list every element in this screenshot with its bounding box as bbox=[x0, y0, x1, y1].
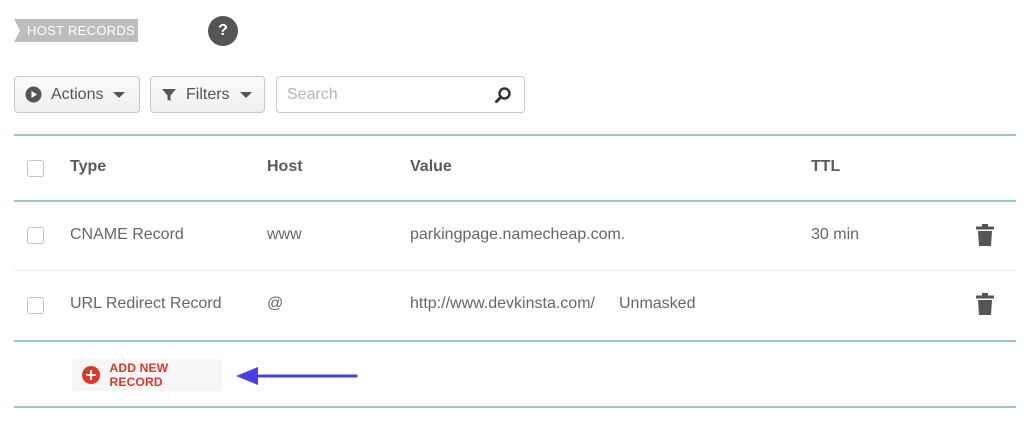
header-value: Value bbox=[410, 158, 452, 175]
row-divider bbox=[14, 270, 1016, 271]
help-button[interactable]: ? bbox=[208, 16, 238, 46]
actions-label: Actions bbox=[51, 85, 104, 103]
section-title: HOST RECORDS bbox=[27, 23, 136, 38]
row-type: CNAME Record bbox=[70, 226, 184, 243]
filters-label: Filters bbox=[186, 85, 230, 103]
caret-down-icon bbox=[113, 91, 126, 98]
caret-down-icon bbox=[239, 91, 252, 98]
add-new-record-button[interactable]: ADD NEW RECORD bbox=[72, 359, 222, 391]
row-ttl: 30 min bbox=[811, 226, 860, 243]
search-box bbox=[276, 76, 525, 113]
header-bottom-rule bbox=[14, 200, 1016, 202]
search-icon[interactable] bbox=[494, 86, 512, 104]
row-checkbox[interactable] bbox=[27, 297, 44, 314]
header-ttl: TTL bbox=[811, 158, 841, 175]
row-value: parkingpage.namecheap.com. bbox=[410, 226, 626, 243]
row-value: http://www.devkinsta.com/ bbox=[410, 295, 595, 312]
plus-circle-icon bbox=[82, 366, 100, 384]
search-input[interactable] bbox=[277, 77, 487, 112]
help-icon: ? bbox=[218, 22, 228, 39]
table-bottom-rule bbox=[14, 406, 1016, 408]
select-all-checkbox[interactable] bbox=[27, 160, 44, 177]
actions-dropdown-button[interactable]: Actions bbox=[14, 76, 140, 113]
trash-icon[interactable] bbox=[976, 224, 994, 246]
section-title-tag: HOST RECORDS bbox=[14, 19, 138, 42]
row-type: URL Redirect Record bbox=[70, 295, 222, 312]
row-host: @ bbox=[267, 295, 284, 312]
arrow-left-icon bbox=[236, 367, 358, 385]
row-checkbox[interactable] bbox=[27, 227, 44, 244]
row-host: www bbox=[267, 226, 302, 243]
filter-icon bbox=[162, 88, 176, 101]
header-host: Host bbox=[267, 158, 303, 175]
add-new-record-label: ADD NEW RECORD bbox=[109, 361, 169, 389]
filters-dropdown-button[interactable]: Filters bbox=[150, 76, 265, 113]
rows-bottom-rule bbox=[14, 340, 1016, 342]
table-top-rule bbox=[14, 134, 1016, 136]
header-type: Type bbox=[70, 158, 107, 175]
row-redirect-type: Unmasked bbox=[619, 295, 696, 312]
trash-icon[interactable] bbox=[976, 293, 994, 315]
play-icon bbox=[25, 86, 42, 103]
